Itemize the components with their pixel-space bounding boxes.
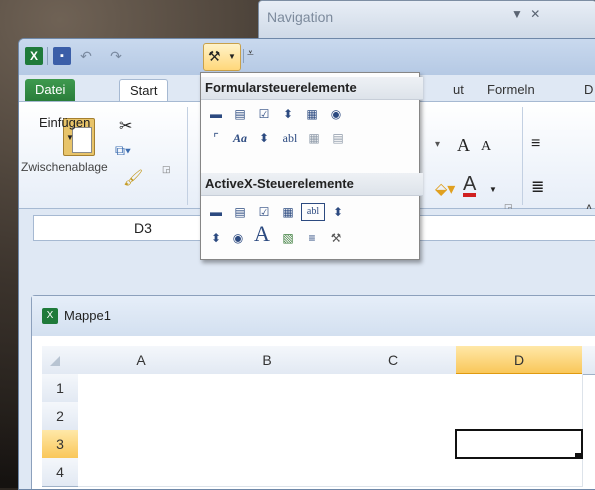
clipboard-dialog-launcher-icon[interactable]: ◲ (162, 164, 171, 175)
image-icon[interactable]: ▧ (279, 229, 297, 247)
excel-app-icon[interactable]: X (25, 47, 43, 65)
copy-icon[interactable]: ⧉▾ (115, 142, 131, 159)
controls-button[interactable]: ⚒ ▼ (203, 43, 241, 71)
navigation-window-title: Navigation (267, 9, 334, 25)
cell-c1[interactable] (330, 374, 457, 403)
more-controls-icon[interactable]: ⚒ (327, 229, 345, 247)
cell-b1[interactable] (204, 374, 331, 403)
option-button-control-icon[interactable]: ◉ (327, 105, 345, 123)
name-box-value: D3 (134, 220, 152, 236)
cell-d1[interactable] (456, 374, 583, 403)
qat-separator-2 (243, 49, 244, 63)
scroll-bar-icon[interactable]: ⬍ (329, 203, 347, 221)
button-control-icon[interactable]: ▬ (207, 105, 225, 123)
cell-a1[interactable] (78, 374, 205, 403)
title-bar: X ▪ ↶ ↷ ⚒ ▼ ⩡ (19, 39, 595, 75)
cell-d2[interactable] (456, 402, 583, 431)
font-color-icon[interactable]: A (463, 174, 477, 197)
workbook-icon: X (42, 308, 58, 324)
shrink-font-icon[interactable]: A (481, 139, 491, 155)
save-icon[interactable]: ▪ (53, 47, 71, 65)
tab-next[interactable]: D (584, 79, 593, 101)
cell-b4[interactable] (204, 458, 331, 487)
formula-input[interactable] (411, 215, 595, 241)
list-box-icon[interactable]: ▦ (279, 203, 297, 221)
qat-separator (47, 47, 48, 65)
combobox-control-icon[interactable]: ▤ (231, 105, 249, 123)
navigation-window: Navigation ▼ ✕ (258, 0, 595, 42)
align-top-icon[interactable]: ≡ (531, 135, 540, 153)
select-all-icon (50, 356, 60, 366)
controls-dropdown: Formularsteuerelemente ▬ ▤ ☑ ⬍ ▦ ◉ ⌜ Aa … (200, 72, 423, 260)
tab-datei[interactable]: Datei (25, 79, 76, 101)
cell-c2[interactable] (330, 402, 457, 431)
command-button-icon[interactable]: ▬ (207, 203, 225, 221)
active-cell-border[interactable] (455, 429, 583, 459)
label-big-icon[interactable]: A (251, 223, 273, 245)
fill-handle[interactable] (575, 453, 581, 459)
workbook-title: Mappe1 (64, 308, 111, 323)
scrollbar-control-icon[interactable]: ⬍ (255, 129, 273, 147)
column-header-c[interactable]: C (330, 346, 457, 375)
tab-start[interactable]: Start (119, 79, 169, 102)
toggle-button-icon[interactable]: ≡ (303, 229, 321, 247)
worksheet-grid: A B C D 1 2 3 4 (42, 346, 595, 489)
navigation-window-controls[interactable]: ▼ ✕ (511, 7, 542, 21)
tab-seitenlayout[interactable]: ut (453, 79, 464, 101)
column-header-a[interactable]: A (78, 346, 205, 375)
cell-c3[interactable] (330, 430, 457, 459)
spinner-control-icon[interactable]: ⬍ (279, 105, 297, 123)
label-control-icon[interactable]: Aa (231, 129, 249, 147)
align-left-icon[interactable]: ≣ (531, 177, 544, 197)
textfield-control-icon[interactable]: abl (277, 129, 303, 147)
cell-a3[interactable] (78, 430, 205, 459)
row-header-4[interactable]: 4 (42, 458, 79, 487)
group-divider (187, 107, 188, 205)
tab-formeln[interactable]: Formeln (477, 79, 545, 101)
select-all-corner[interactable] (42, 346, 79, 375)
column-header-e[interactable] (582, 346, 595, 375)
column-header-b[interactable]: B (204, 346, 331, 375)
undo-icon[interactable]: ↶ (77, 47, 95, 65)
combo-drop-edit-icon[interactable]: ▤ (329, 129, 347, 147)
combo-list-edit-icon[interactable]: ▦ (305, 129, 323, 147)
option-button-icon[interactable]: ◉ (229, 229, 247, 247)
redo-icon[interactable]: ↷ (107, 47, 125, 65)
row-header-1[interactable]: 1 (42, 374, 79, 403)
chevron-down-icon: ▼ (228, 52, 236, 61)
column-header-d[interactable]: D (456, 346, 583, 375)
row-header-3[interactable]: 3 (42, 430, 80, 459)
font-color-chevron-down-icon[interactable]: ▼ (489, 185, 497, 194)
paste-button-label[interactable]: Einfügen (39, 115, 90, 130)
groupbox-control-icon[interactable]: ⌜ (207, 129, 225, 147)
cell-b2[interactable] (204, 402, 331, 431)
paste-chevron-down-icon[interactable]: ▼ (66, 133, 74, 142)
cell-d4[interactable] (456, 458, 583, 487)
workbook-window: X Mappe1 A B C D 1 2 3 4 (31, 295, 595, 489)
font-size-chevron-down-icon[interactable]: ▾ (435, 139, 440, 150)
activex-controls-header: ActiveX-Steuerelemente (201, 173, 423, 196)
text-box-icon[interactable]: abl (301, 203, 325, 221)
checkbox-control-icon[interactable]: ☑ (255, 105, 273, 123)
spin-button-icon[interactable]: ⬍ (207, 229, 225, 247)
check-box-icon[interactable]: ☑ (255, 203, 273, 221)
cell-c4[interactable] (330, 458, 457, 487)
combo-box-icon[interactable]: ▤ (231, 203, 249, 221)
group-divider-2 (522, 107, 523, 205)
form-controls-header: Formularsteuerelemente (201, 77, 423, 100)
cut-icon[interactable]: ✂ (119, 116, 132, 136)
row-header-2[interactable]: 2 (42, 402, 79, 431)
clipboard-group-label: Zwischenablage (21, 160, 108, 174)
customize-qat-icon[interactable]: ⩡ (247, 46, 254, 61)
cell-b3[interactable] (204, 430, 331, 459)
format-painter-icon[interactable]: 🖌 (123, 168, 143, 188)
workbook-title-bar: X Mappe1 (32, 296, 595, 336)
cell-a4[interactable] (78, 458, 205, 487)
tools-icon: ⚒ (208, 48, 221, 64)
cell-a2[interactable] (78, 402, 205, 431)
listbox-control-icon[interactable]: ▦ (303, 105, 321, 123)
fill-color-icon[interactable]: ⬙▾ (435, 179, 455, 199)
grow-font-icon[interactable]: A (457, 135, 470, 156)
